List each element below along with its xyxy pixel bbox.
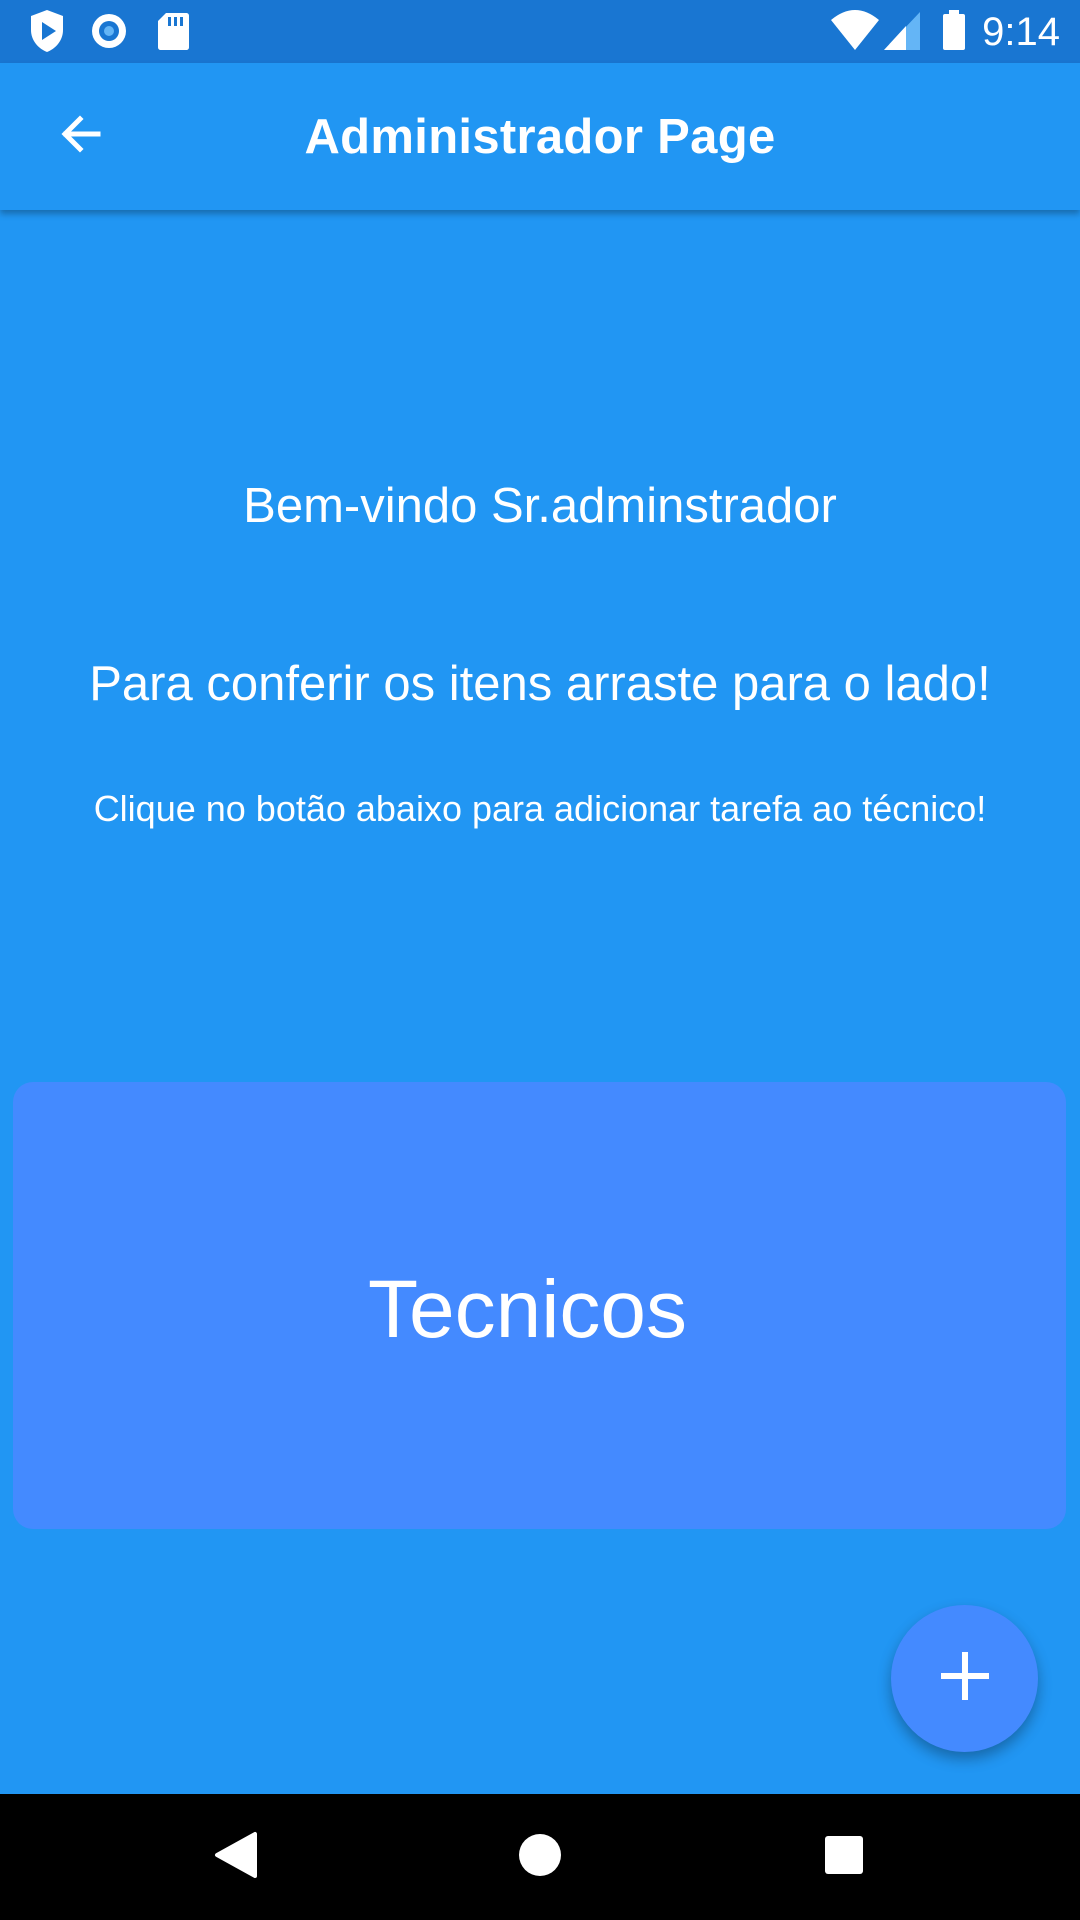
record-icon xyxy=(89,0,129,68)
add-task-button[interactable] xyxy=(891,1605,1038,1752)
nav-back-button[interactable] xyxy=(191,1812,281,1902)
plus-icon xyxy=(937,1648,993,1709)
welcome-text: Bem-vindo Sr.adminstrador xyxy=(243,479,837,533)
sd-card-icon xyxy=(156,0,190,68)
tecnicos-card[interactable]: Tecnicos xyxy=(13,1082,1066,1529)
recents-square-icon xyxy=(823,1834,865,1881)
cell-signal-icon xyxy=(882,0,922,68)
navigation-bar xyxy=(0,1794,1080,1920)
drag-hint-text: Para conferir os itens arraste para o la… xyxy=(89,657,991,711)
page-title: Administrador Page xyxy=(304,110,776,164)
back-triangle-icon xyxy=(213,1830,259,1885)
card-label: Tecnicos xyxy=(367,1263,688,1355)
nav-home-button[interactable] xyxy=(495,1812,585,1902)
status-time: 9:14 xyxy=(982,10,1060,54)
nav-recents-button[interactable] xyxy=(799,1812,889,1902)
app-bar: Administrador Page xyxy=(0,63,1080,210)
status-bar: 9:14 xyxy=(0,0,1080,63)
click-hint-text: Clique no botão abaixo para adicionar ta… xyxy=(93,788,987,829)
home-circle-icon xyxy=(517,1832,563,1883)
play-shield-icon xyxy=(27,0,67,68)
battery-icon xyxy=(941,0,967,68)
wifi-icon xyxy=(830,0,880,68)
